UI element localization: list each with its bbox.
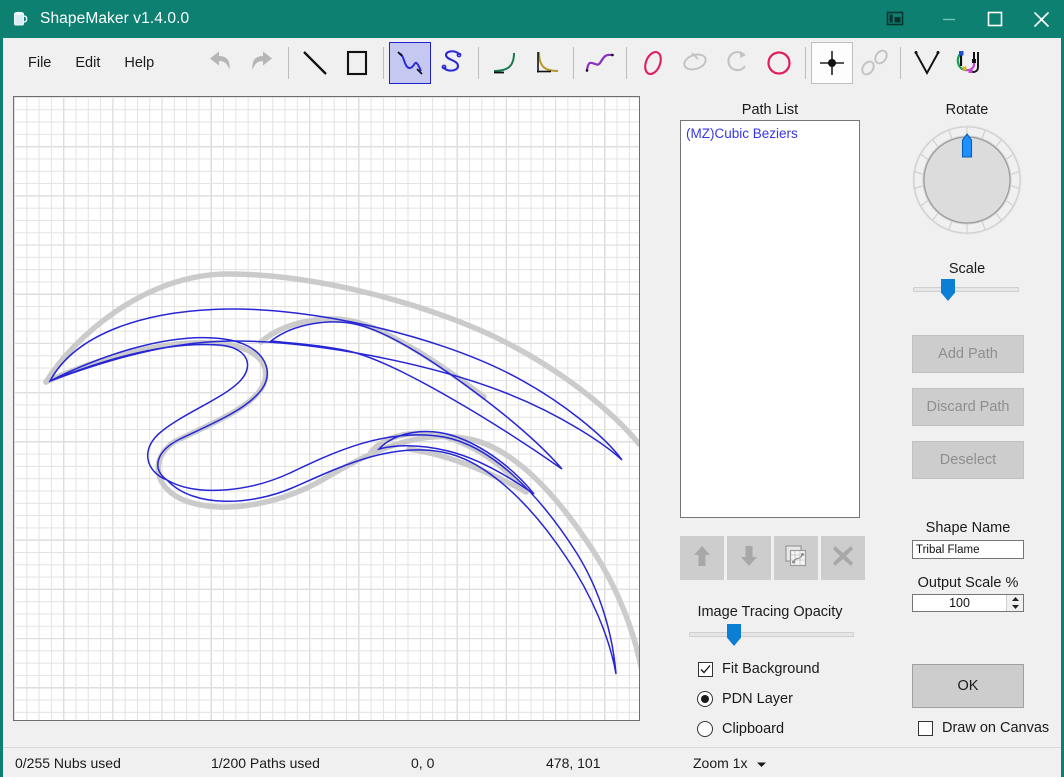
toolbar: File Edit Help <box>3 38 1061 88</box>
concave-curve-tool-icon[interactable] <box>484 42 526 84</box>
move-path-up-button[interactable] <box>680 536 724 580</box>
minimize-icon[interactable] <box>926 0 972 38</box>
close-icon[interactable] <box>1018 0 1064 38</box>
title-bar: ShapeMaker v1.4.0.0 <box>0 0 1064 38</box>
window-title: ShapeMaker v1.4.0.0 <box>40 10 190 27</box>
zoom-dropdown[interactable]: Zoom 1x <box>693 755 767 771</box>
image-tracing-opacity-label: Image Tracing Opacity <box>697 604 843 620</box>
output-scale-stepper[interactable]: 100 <box>912 594 1024 612</box>
redo-icon[interactable] <box>241 42 283 84</box>
shapemaker-window: ShapeMaker v1.4.0.0 File Edit Help Path … <box>0 0 1064 777</box>
stepper-arrows <box>1006 595 1023 611</box>
cubic-bezier-tool-icon[interactable] <box>389 42 432 84</box>
undo-icon[interactable] <box>199 42 241 84</box>
list-item[interactable]: (MZ)Cubic Beziers <box>683 124 859 144</box>
image-tracing-opacity-slider[interactable] <box>689 632 854 637</box>
circle-tool-icon[interactable] <box>758 42 800 84</box>
radio-box <box>697 691 713 707</box>
scale-slider[interactable] <box>913 287 1019 292</box>
nub-move-tool-icon[interactable] <box>811 42 854 84</box>
path-list[interactable]: (MZ)Cubic Beziers <box>680 120 860 518</box>
wave-tool-icon[interactable] <box>579 42 621 84</box>
draw-on-canvas-label: Draw on Canvas <box>942 720 1050 736</box>
status-bar: 0/255 Nubs used 1/200 Paths used 0, 0 47… <box>3 747 1061 777</box>
s-curve-tool-icon[interactable] <box>431 42 473 84</box>
stepper-up-icon[interactable] <box>1007 595 1023 603</box>
output-scale-value[interactable]: 100 <box>913 595 1006 611</box>
rotate-knob[interactable] <box>911 124 1023 236</box>
source-radio-pdn-layer[interactable]: PDN Layer <box>697 691 793 707</box>
maximize-icon[interactable] <box>972 0 1018 38</box>
delete-path-button[interactable] <box>821 536 865 580</box>
checkbox-box <box>698 661 713 677</box>
ellipse-tool-icon[interactable] <box>632 42 674 84</box>
cursor-position-status: 478, 101 <box>546 754 601 771</box>
double-ellipse-icon[interactable] <box>853 42 895 84</box>
ok-button[interactable]: OK <box>912 664 1024 708</box>
checkbox-box <box>918 720 933 736</box>
drawing-canvas[interactable] <box>13 96 640 721</box>
shape-name-label: Shape Name <box>925 520 1011 536</box>
tribal-flame-artwork <box>43 271 639 675</box>
toolbar-separator <box>478 47 480 79</box>
arc-tool-icon[interactable] <box>716 42 758 84</box>
toolbar-separator <box>288 47 290 79</box>
toolbar-separator <box>626 47 628 79</box>
stepper-down-icon[interactable] <box>1007 603 1023 611</box>
scale-slider-thumb[interactable] <box>941 279 955 301</box>
toolbar-separator <box>383 47 385 79</box>
shape-name-input[interactable]: Tribal Flame <box>912 540 1024 559</box>
scale-label: Scale <box>948 261 986 277</box>
fit-background-checkbox[interactable]: Fit Background <box>698 661 820 677</box>
line-tool-icon[interactable] <box>294 42 336 84</box>
image-tracing-opacity-thumb[interactable] <box>727 624 741 646</box>
draw-on-canvas-checkbox[interactable]: Draw on Canvas <box>918 720 1049 736</box>
add-path-button[interactable]: Add Path <box>912 335 1024 373</box>
chevron-down-icon <box>756 755 767 771</box>
knob-pointer <box>961 133 973 158</box>
arrow-up-icon <box>689 543 715 574</box>
source-radio-clipboard[interactable]: Clipboard <box>697 721 784 737</box>
menu-help[interactable]: Help <box>115 52 163 75</box>
output-scale-label: Output Scale % <box>917 575 1019 591</box>
move-path-down-button[interactable] <box>727 536 771 580</box>
flame-outline <box>48 308 623 675</box>
copy-path-icon <box>783 543 809 574</box>
radio-box <box>697 721 713 737</box>
toolbar-separator <box>900 47 902 79</box>
discard-path-button[interactable]: Discard Path <box>912 388 1024 426</box>
trace-underlay <box>43 271 639 669</box>
cross-icon <box>831 544 855 573</box>
ellipse-alt-tool-icon[interactable] <box>674 42 716 84</box>
menu-edit[interactable]: Edit <box>66 52 109 75</box>
toolbar-separator <box>805 47 807 79</box>
menu-file[interactable]: File <box>19 52 60 75</box>
zoom-level-label: Zoom 1x <box>693 754 748 771</box>
pdn-layer-label: PDN Layer <box>722 691 793 707</box>
paths-used-status: 1/200 Paths used <box>211 754 320 771</box>
clipboard-label: Clipboard <box>722 721 785 737</box>
toolbar-separator <box>573 47 575 79</box>
origin-status: 0, 0 <box>411 754 435 771</box>
path-edit-tool-icon[interactable] <box>948 42 990 84</box>
path-list-title: Path List <box>741 102 799 118</box>
duplicate-path-button[interactable] <box>774 536 818 580</box>
rotate-label: Rotate <box>945 102 989 118</box>
corner-curve-tool-icon[interactable] <box>526 42 568 84</box>
cup-icon <box>11 9 31 29</box>
rectangle-tool-icon[interactable] <box>336 42 378 84</box>
arrow-down-icon <box>736 543 762 574</box>
deselect-button[interactable]: Deselect <box>912 441 1024 479</box>
fit-background-label: Fit Background <box>722 661 820 677</box>
vee-tool-icon[interactable] <box>906 42 948 84</box>
screenshot-icon[interactable] <box>864 0 926 38</box>
nubs-used-status: 0/255 Nubs used <box>15 754 121 771</box>
